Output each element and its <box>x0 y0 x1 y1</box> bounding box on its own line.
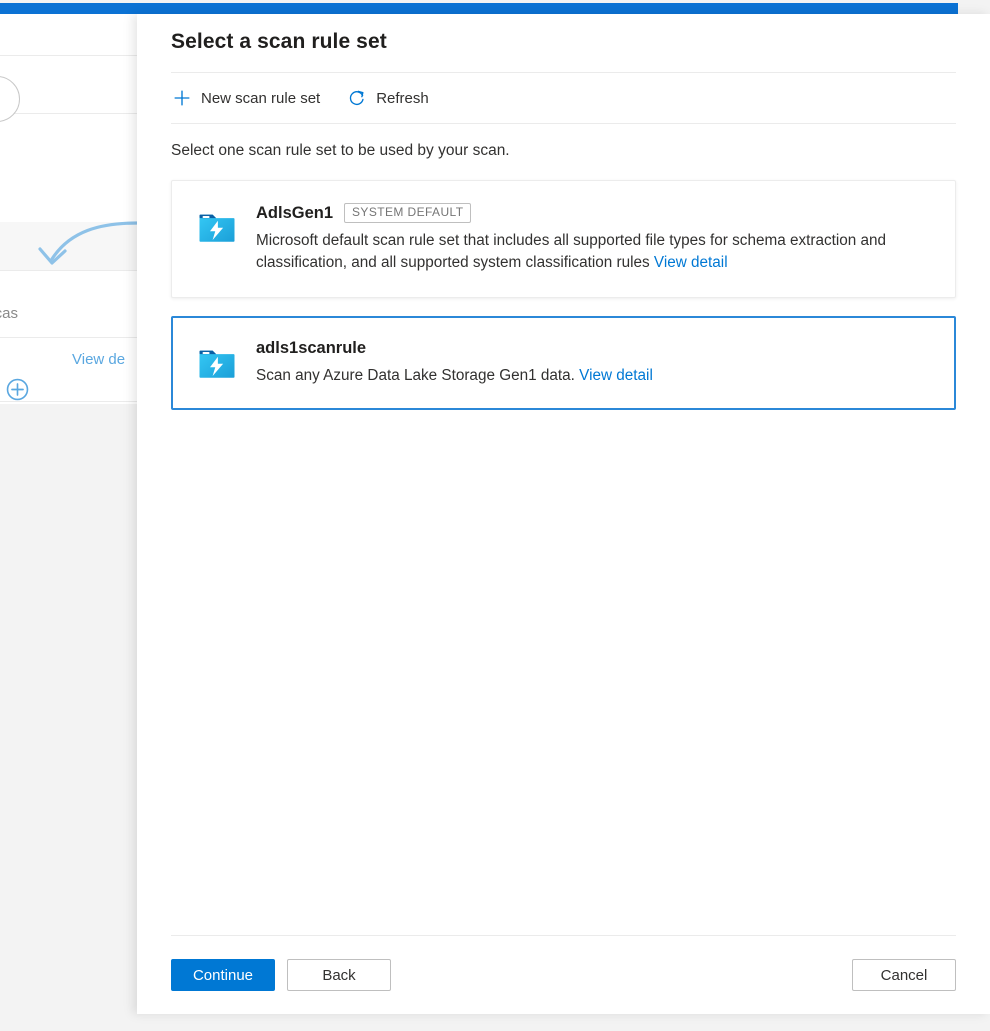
new-scan-rule-set-button[interactable]: New scan rule set <box>171 81 322 115</box>
card-title-row: AdlsGen1 SYSTEM DEFAULT <box>256 203 929 223</box>
add-circle-icon[interactable] <box>6 378 29 401</box>
background-divider <box>0 55 137 56</box>
card-description-text: Scan any Azure Data Lake Storage Gen1 da… <box>256 367 575 384</box>
card-description: Scan any Azure Data Lake Storage Gen1 da… <box>256 365 916 387</box>
card-body: AdlsGen1 SYSTEM DEFAULT Microsoft defaul… <box>256 203 929 275</box>
background-view-detail-link[interactable]: View de <box>72 351 125 368</box>
background-divider <box>0 401 137 402</box>
scan-rule-set-icon <box>196 341 238 383</box>
command-toolbar: New scan rule set Refresh <box>137 73 990 123</box>
scan-rule-set-icon <box>196 205 238 247</box>
back-button[interactable]: Back <box>287 959 391 991</box>
card-description-text: Microsoft default scan rule set that inc… <box>256 232 886 271</box>
background-empty-area <box>0 404 137 1011</box>
continue-button[interactable]: Continue <box>171 959 275 991</box>
background-divider <box>0 113 137 114</box>
card-title: adls1scanrule <box>256 339 366 358</box>
card-description: Microsoft default scan rule set that inc… <box>256 230 916 274</box>
page-title: Select a scan rule set <box>171 30 956 54</box>
new-scan-rule-set-label: New scan rule set <box>201 90 320 107</box>
view-detail-link[interactable]: View detail <box>654 254 728 271</box>
card-body: adls1scanrule Scan any Azure Data Lake S… <box>256 339 929 387</box>
refresh-icon <box>348 89 366 107</box>
instruction-text: Select one scan rule set to be used by y… <box>137 124 990 160</box>
view-detail-link[interactable]: View detail <box>579 367 653 384</box>
card-title: AdlsGen1 <box>256 204 333 223</box>
panel-footer: Continue Back Cancel <box>137 936 990 1014</box>
refresh-label: Refresh <box>376 90 429 107</box>
refresh-button[interactable]: Refresh <box>346 81 431 115</box>
background-partial-text: ericas <box>0 305 18 322</box>
background-divider <box>0 337 137 338</box>
status-badge: SYSTEM DEFAULT <box>344 203 471 223</box>
cancel-button[interactable]: Cancel <box>852 959 956 991</box>
panel-header: Select a scan rule set <box>137 14 990 54</box>
annotation-arrow-icon <box>0 215 140 285</box>
card-title-row: adls1scanrule <box>256 339 929 358</box>
plus-icon <box>173 89 191 107</box>
scan-rule-set-panel: Select a scan rule set New scan rule set… <box>137 14 990 1014</box>
scan-rule-set-card[interactable]: AdlsGen1 SYSTEM DEFAULT Microsoft defaul… <box>171 180 956 298</box>
app-top-bar <box>0 3 958 14</box>
scan-rule-set-card-selected[interactable]: adls1scanrule Scan any Azure Data Lake S… <box>171 316 956 410</box>
scan-rule-set-list: AdlsGen1 SYSTEM DEFAULT Microsoft defaul… <box>137 160 990 935</box>
